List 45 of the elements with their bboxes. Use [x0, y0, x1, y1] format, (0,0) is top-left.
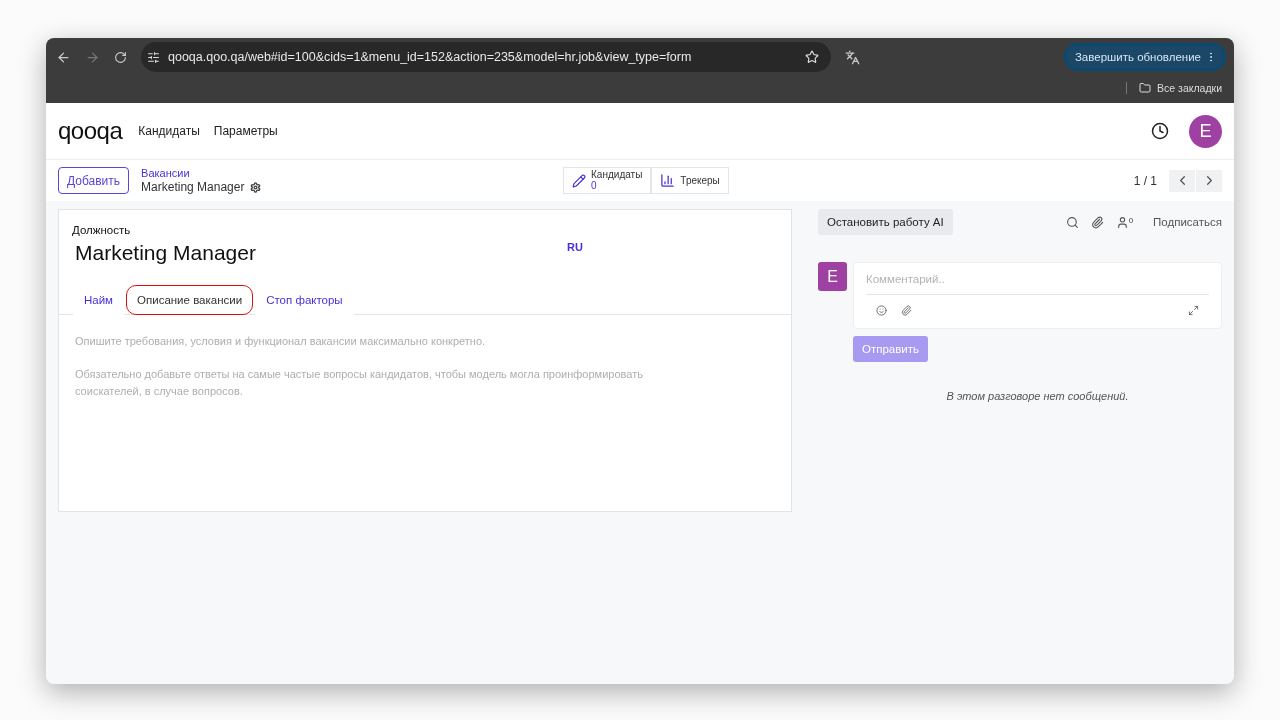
breadcrumb-link[interactable]: Вакансии — [141, 167, 552, 179]
user-avatar[interactable]: E — [1189, 114, 1222, 148]
gear-icon[interactable] — [250, 181, 262, 193]
forward-icon[interactable] — [85, 49, 100, 65]
star-icon[interactable] — [805, 50, 819, 64]
update-button[interactable]: Завершить обновление — [1063, 43, 1226, 71]
translate-icon[interactable] — [845, 49, 860, 65]
paperclip-icon[interactable] — [901, 305, 912, 316]
description-placeholder: Обязательно добавьте ответы на самые частые вопросы кандидатов, чтобы модель могла проинформировать соискателей, в случае вопросов. — [75, 367, 644, 399]
user-avatar: E — [818, 262, 847, 291]
empty-message: В этом разговоре нет сообщений. — [945, 390, 1130, 402]
paperclip-icon[interactable] — [1090, 215, 1104, 229]
description-placeholder: Опишите требования, условия и функционал вакансии максимально конкретно. — [75, 334, 487, 349]
job-title: Marketing Manager — [75, 241, 256, 265]
pager-text: 1 / 1 — [1133, 173, 1157, 188]
reload-icon[interactable] — [114, 50, 127, 64]
clock-icon[interactable] — [1151, 122, 1169, 140]
site-settings-icon[interactable] — [147, 50, 160, 64]
subscribe-link[interactable]: Подписаться — [1153, 216, 1222, 228]
emoji-icon[interactable] — [876, 305, 887, 316]
bookmarks-button[interactable]: Все закладки — [1126, 82, 1222, 94]
app-logo[interactable]: qooqa — [58, 117, 123, 145]
menu-item[interactable]: Параметры — [213, 124, 278, 138]
form-tab[interactable]: Описание вакансии — [126, 285, 254, 315]
field-label: Должность — [72, 224, 132, 236]
previous-button[interactable] — [1169, 169, 1195, 192]
record-name: Marketing Manager — [141, 180, 245, 194]
add-button[interactable]: Добавить — [58, 167, 130, 194]
smart-button[interactable]: Трекеры — [651, 167, 729, 194]
comment-box[interactable]: Комментарий.. — [853, 262, 1222, 329]
expand-icon[interactable] — [1188, 305, 1199, 316]
bar-chart-icon — [660, 173, 676, 188]
folder-icon — [1139, 82, 1152, 94]
user-icon[interactable] — [1115, 215, 1129, 229]
menu-item[interactable]: Кандидаты — [138, 124, 200, 138]
language-link[interactable]: RU — [567, 241, 583, 265]
search-icon[interactable] — [1065, 215, 1079, 229]
smart-button[interactable]: Кандидаты 0 — [563, 167, 652, 194]
followers-count: 0 — [1128, 215, 1134, 225]
pencil-icon — [572, 173, 587, 188]
next-button[interactable] — [1196, 169, 1222, 192]
url-text: qooqa.qoo.qa/web#id=100&cids=1&menu_id=152&action=235&model=hr.job&view_type=form — [168, 50, 693, 64]
address-bar[interactable]: qooqa.qoo.qa/web#id=100&cids=1&menu_id=152&action=235&model=hr.job&view_type=form — [141, 42, 831, 72]
back-icon[interactable] — [56, 49, 71, 65]
stop-ai-button[interactable]: Остановить работу AI — [818, 209, 953, 235]
